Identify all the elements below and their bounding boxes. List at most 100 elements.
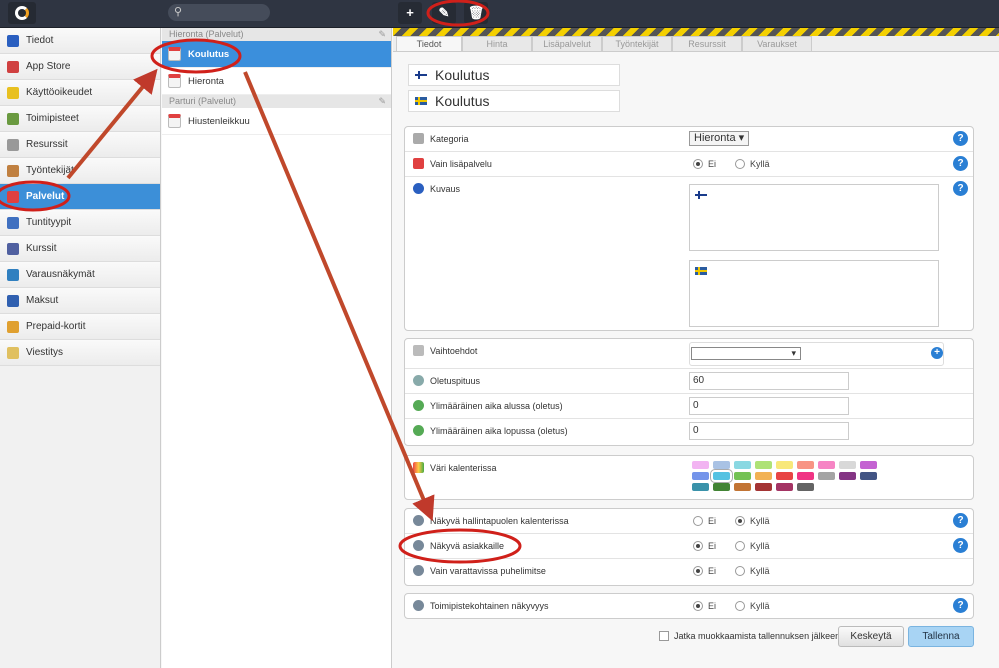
radio-ei[interactable]: Ei bbox=[693, 159, 716, 169]
label: Vain lisäpalvelu bbox=[430, 159, 492, 169]
tab[interactable]: Varaukset bbox=[742, 36, 812, 51]
add-button[interactable]: + bbox=[398, 2, 422, 24]
help-icon[interactable]: ? bbox=[953, 538, 968, 553]
sidebar-item[interactable]: Palvelut bbox=[0, 184, 160, 210]
visibility-section: Näkyvä hallintapuolen kalenterissa Ei Ky… bbox=[404, 508, 974, 586]
color-swatch[interactable] bbox=[839, 472, 856, 480]
list-item[interactable]: Koulutus bbox=[162, 41, 391, 68]
continue-editing-checkbox[interactable]: Jatka muokkaamista tallennuksen jälkeen bbox=[659, 631, 840, 641]
help-icon[interactable]: ? bbox=[953, 131, 968, 146]
basic-section: Kategoria Hieronta ▾ ? Vain lisäpalvelu … bbox=[404, 126, 974, 331]
delete-button[interactable]: 🗑 bbox=[464, 2, 488, 24]
radio-label: Kyllä bbox=[750, 159, 770, 169]
color-swatch[interactable] bbox=[713, 461, 730, 469]
color-swatch[interactable] bbox=[797, 472, 814, 480]
color-swatch[interactable] bbox=[692, 472, 709, 480]
color-swatch[interactable] bbox=[839, 461, 856, 469]
color-swatch[interactable] bbox=[797, 461, 814, 469]
sidebar-item[interactable]: Resurssit bbox=[0, 132, 160, 158]
search-input[interactable]: ⚲ bbox=[168, 4, 270, 21]
aika-alussa-input[interactable]: 0 bbox=[689, 397, 849, 415]
sidebar-item-label: Varausnäkymät bbox=[26, 269, 95, 280]
color-swatch[interactable] bbox=[776, 461, 793, 469]
kuvaus-fi-textarea[interactable] bbox=[689, 184, 939, 251]
list-item[interactable]: Hiustenleikkuu bbox=[162, 108, 391, 135]
save-button[interactable]: Tallenna bbox=[908, 626, 974, 647]
color-swatch[interactable] bbox=[860, 472, 877, 480]
color-swatch[interactable] bbox=[755, 483, 772, 491]
help-icon[interactable]: ? bbox=[953, 181, 968, 196]
radio-ei[interactable]: Ei bbox=[693, 516, 716, 526]
help-icon[interactable]: ? bbox=[953, 598, 968, 613]
group-title: Parturi (Palvelut) bbox=[169, 96, 237, 106]
sidebar-item[interactable]: Toimipisteet bbox=[0, 106, 160, 132]
color-swatch[interactable] bbox=[734, 472, 751, 480]
sidebar-item[interactable]: Maksut bbox=[0, 288, 160, 314]
color-swatch[interactable] bbox=[734, 461, 751, 469]
radio-kylla[interactable]: Kyllä bbox=[735, 601, 770, 611]
sidebar-item[interactable]: Kurssit bbox=[0, 236, 160, 262]
app-logo[interactable] bbox=[8, 2, 36, 24]
sidebar-item[interactable]: Tiedot bbox=[0, 28, 160, 54]
edit-button[interactable]: ✎ bbox=[432, 2, 456, 24]
color-swatch[interactable] bbox=[734, 483, 751, 491]
radio-ei[interactable]: Ei bbox=[693, 601, 716, 611]
color-swatch[interactable] bbox=[755, 472, 772, 480]
tab[interactable]: Lisäpalvelut bbox=[532, 36, 602, 51]
edit-group-icon[interactable]: ✎ bbox=[378, 28, 386, 41]
sidebar-item-icon bbox=[7, 60, 19, 73]
color-swatch[interactable] bbox=[776, 483, 793, 491]
color-swatch[interactable] bbox=[860, 461, 877, 469]
sidebar-item[interactable]: Varausnäkymät bbox=[0, 262, 160, 288]
radio-ei[interactable]: Ei bbox=[693, 541, 716, 551]
color-swatch[interactable] bbox=[755, 461, 772, 469]
aika-lopussa-input[interactable]: 0 bbox=[689, 422, 849, 440]
color-swatch[interactable] bbox=[818, 461, 835, 469]
color-swatch[interactable] bbox=[818, 472, 835, 480]
color-swatch[interactable] bbox=[776, 472, 793, 480]
radio-kylla[interactable]: Kyllä bbox=[735, 516, 770, 526]
name-fi-input[interactable]: Koulutus bbox=[408, 64, 620, 86]
tab[interactable]: Resurssit bbox=[672, 36, 742, 51]
clock-icon bbox=[413, 375, 424, 386]
sidebar-item[interactable]: Työntekijät bbox=[0, 158, 160, 184]
radio-kylla[interactable]: Kyllä bbox=[735, 159, 770, 169]
radio-label: Ei bbox=[708, 566, 717, 576]
toimipistekohtainen-row: Toimipistekohtainen näkyvyys Ei Kyllä ? bbox=[405, 594, 973, 619]
color-swatch[interactable] bbox=[692, 461, 709, 469]
kuvaus-sv-textarea[interactable] bbox=[689, 260, 939, 327]
name-sv-input[interactable]: Koulutus bbox=[408, 90, 620, 112]
sidebar-item[interactable]: Viestitys bbox=[0, 340, 160, 366]
oletuspituus-input[interactable]: 60 bbox=[689, 372, 849, 390]
clock-add-icon bbox=[413, 425, 424, 436]
add-option-icon[interactable]: + bbox=[931, 347, 943, 359]
sidebar-item-label: Työntekijät bbox=[26, 165, 74, 176]
edit-group-icon[interactable]: ✎ bbox=[378, 95, 386, 108]
tab[interactable]: Hinta bbox=[462, 36, 532, 51]
aika-lopussa-row: Ylimääräinen aika lopussa (oletus) 0 bbox=[405, 419, 973, 444]
sidebar-item[interactable]: Käyttöoikeudet bbox=[0, 80, 160, 106]
color-swatch[interactable] bbox=[692, 483, 709, 491]
sidebar-item[interactable]: Prepaid-kortit bbox=[0, 314, 160, 340]
vain-lisapalvelu-row: Vain lisäpalvelu Ei Kyllä ? bbox=[405, 152, 973, 177]
cancel-button[interactable]: Keskeytä bbox=[838, 626, 904, 647]
tab[interactable]: Työntekijät bbox=[602, 36, 672, 51]
sidebar-item[interactable]: Tuntityypit bbox=[0, 210, 160, 236]
help-icon[interactable]: ? bbox=[953, 513, 968, 528]
swedish-flag-icon bbox=[415, 97, 427, 105]
color-swatch[interactable] bbox=[710, 469, 733, 483]
radio-kylla[interactable]: Kyllä bbox=[735, 566, 770, 576]
color-swatch[interactable] bbox=[713, 483, 730, 491]
group-header: Hieronta (Palvelut) ✎ bbox=[162, 28, 391, 41]
sidebar-item[interactable]: App Store bbox=[0, 54, 160, 80]
calendar-icon bbox=[168, 74, 181, 88]
label: Kategoria bbox=[430, 134, 469, 144]
help-icon[interactable]: ? bbox=[953, 156, 968, 171]
radio-kylla[interactable]: Kyllä bbox=[735, 541, 770, 551]
tab[interactable]: Tiedot bbox=[396, 36, 462, 51]
color-swatch[interactable] bbox=[797, 483, 814, 491]
radio-ei[interactable]: Ei bbox=[693, 566, 716, 576]
list-item[interactable]: Hieronta bbox=[162, 68, 391, 95]
kategoria-select[interactable]: Hieronta ▾ bbox=[689, 131, 750, 146]
label: Ylimääräinen aika lopussa (oletus) bbox=[430, 426, 568, 436]
